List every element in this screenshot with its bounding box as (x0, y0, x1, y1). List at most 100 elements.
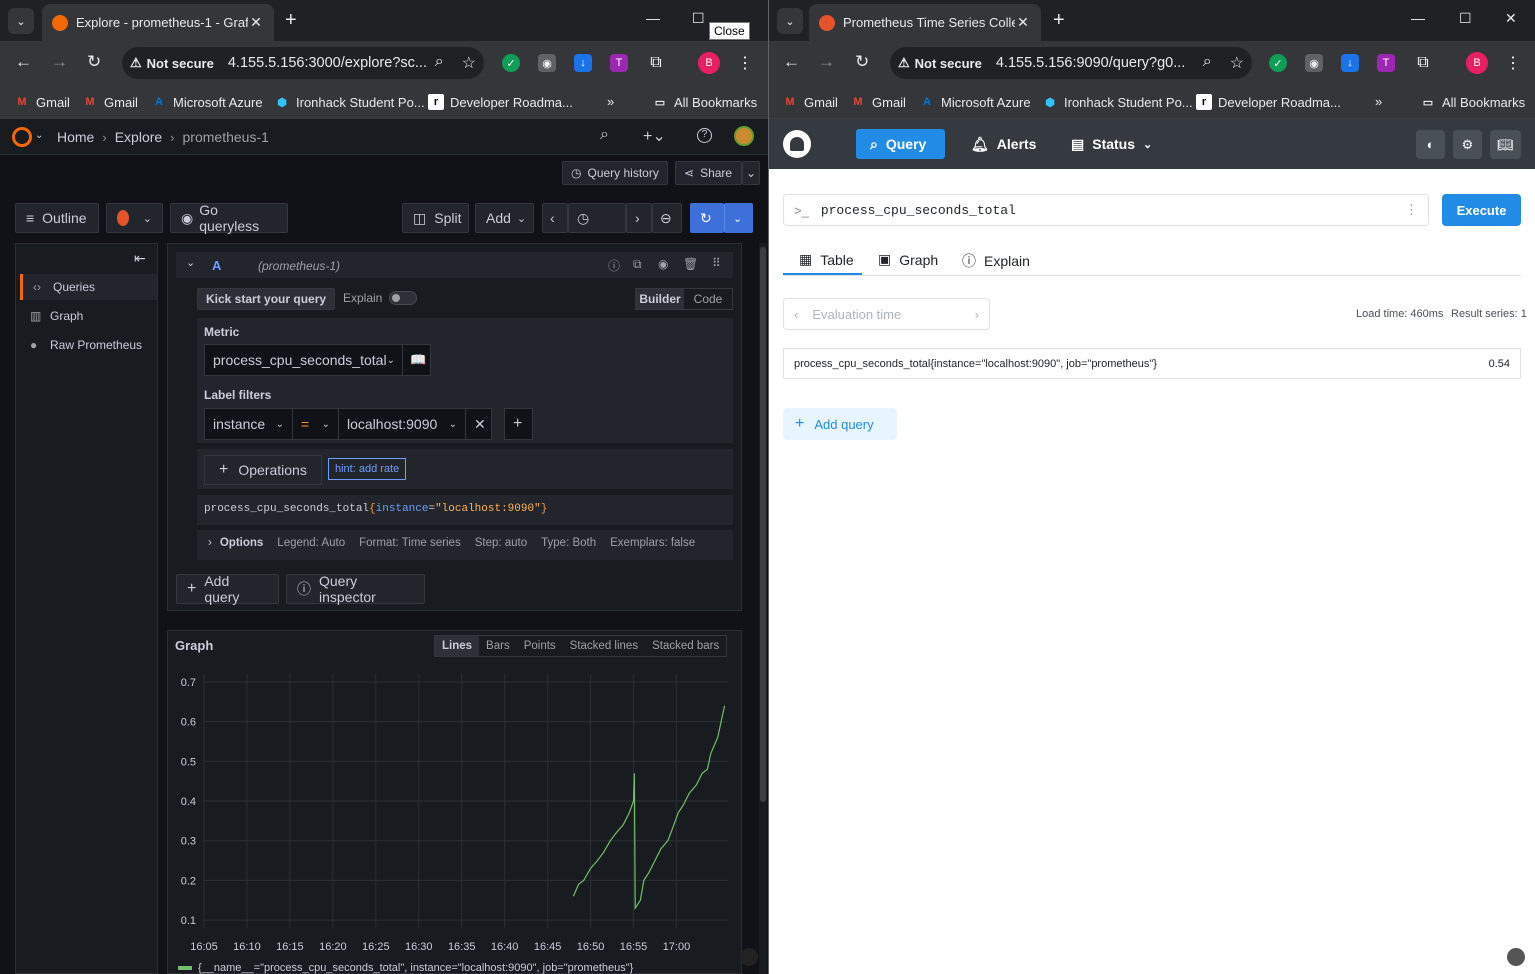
close-tab-icon[interactable]: ✕ (248, 14, 264, 31)
hint-add-rate-button[interactable]: hint: add rate (328, 458, 407, 480)
collapse-query-icon[interactable]: ⌄ (186, 256, 195, 269)
more-bookmarks-button[interactable]: » (1375, 94, 1382, 109)
bookmark-azure[interactable]: A Microsoft Azure (151, 94, 263, 110)
breadcrumb-explore[interactable]: Explore (115, 129, 162, 145)
new-plus-icon[interactable]: +⌄ (643, 126, 666, 146)
tab-graph[interactable]: ▣ Graph (878, 251, 938, 268)
bookmark-gmail-2[interactable]: M Gmail (850, 94, 906, 110)
chevron-right-icon[interactable]: › (975, 307, 979, 322)
profile-avatar[interactable]: B (698, 52, 720, 74)
forward-icon[interactable]: → (51, 53, 68, 70)
settings-gear-icon[interactable]: ⚙ (1453, 130, 1482, 159)
all-bookmarks-button[interactable]: ▭ All Bookmarks (1420, 94, 1525, 110)
floating-action-icon-left[interactable] (740, 948, 758, 966)
chevron-left-icon[interactable]: ‹ (794, 307, 798, 322)
query-letter[interactable]: A (212, 258, 221, 273)
search-icon[interactable]: ⌕ (600, 126, 609, 144)
time-series-chart[interactable]: 0.1 0.2 0.3 0.4 0.5 0.6 0.7 16:05 16:10 16:15 16:2… (168, 631, 743, 974)
theme-toggle-icon[interactable]: ◐ (1416, 130, 1445, 159)
download-icon[interactable]: ↓ (1341, 54, 1359, 72)
expression-menu-icon[interactable]: ⋮ (1405, 202, 1418, 218)
bookmark-roadmap[interactable]: r Developer Roadma... (428, 94, 573, 110)
datasource-picker[interactable]: ⌄ (106, 203, 163, 233)
maximize-button[interactable]: ☐ (1459, 10, 1472, 27)
operations-button[interactable]: + Operations (204, 455, 322, 485)
nav-alerts[interactable]: 🔔︎ Alerts (971, 129, 1036, 159)
star-icon[interactable]: ☆ (1230, 53, 1244, 73)
help-icon[interactable]: ? (697, 128, 712, 143)
share-dropdown-button[interactable]: ⌄ (742, 161, 760, 185)
scrollbar-thumb[interactable] (760, 247, 766, 802)
code-mode-tab[interactable]: Code (684, 289, 732, 309)
back-icon[interactable]: ← (15, 53, 32, 70)
maximize-button[interactable]: ☐ (692, 10, 705, 27)
minimize-button[interactable]: — (646, 10, 660, 26)
metric-select[interactable]: process_cpu_seconds_total ⌄ (204, 344, 403, 376)
sidenav-item-queries[interactable]: ‹› Queries (20, 274, 157, 300)
time-forward-button[interactable]: › (626, 203, 652, 233)
zoom-out-button[interactable]: ⊖ (652, 203, 682, 233)
close-tab-icon[interactable]: ✕ (1015, 14, 1031, 31)
filter-label-select[interactable]: instance ⌄ (204, 408, 293, 440)
share-button[interactable]: ⋖ Share (675, 161, 742, 185)
sidenav-item-raw-prometheus[interactable]: ● Raw Prometheus (20, 332, 157, 358)
nav-status[interactable]: ▤ Status ⌄ (1071, 129, 1152, 159)
add-query-button[interactable]: + Add query (783, 408, 897, 440)
add-button[interactable]: Add ⌄ (475, 203, 534, 233)
new-tab-button[interactable]: + (1053, 10, 1065, 30)
translate-extension-icon[interactable]: T (1377, 54, 1395, 72)
not-secure-badge[interactable]: ⚠ Not secure (130, 55, 222, 71)
browser-tab-grafana[interactable]: Explore - prometheus-1 - Grafana ✕ (42, 4, 274, 41)
prometheus-logo-icon[interactable] (783, 130, 811, 158)
add-filter-button[interactable]: + (504, 408, 533, 440)
nav-query[interactable]: ⌕ Query (856, 129, 945, 159)
reload-icon[interactable]: ↻ (855, 53, 869, 70)
zoom-icon[interactable]: ⌕ (435, 53, 444, 73)
url-field[interactable]: ⚠ Not secure 4.155.5.156:9090/query?g0...… (890, 47, 1252, 79)
zoom-icon[interactable]: ⌕ (1203, 53, 1212, 73)
not-secure-badge[interactable]: ⚠ Not secure (898, 55, 990, 71)
builder-mode-tab[interactable]: Builder (636, 289, 684, 309)
sidenav-item-graph[interactable]: ▥ Graph (20, 303, 157, 329)
bookmark-azure[interactable]: A Microsoft Azure (919, 94, 1031, 110)
tab-explain[interactable]: ⓘ Explain (962, 251, 1030, 271)
outline-button[interactable]: ≡ Outline (15, 203, 99, 233)
all-bookmarks-button[interactable]: ▭ All Bookmarks (652, 94, 757, 110)
tab-table[interactable]: ▦ Table (799, 251, 854, 268)
run-query-button[interactable]: ↻ (690, 203, 724, 233)
star-icon[interactable]: ☆ (462, 53, 476, 73)
download-icon[interactable]: ↓ (574, 54, 592, 72)
new-tab-button[interactable]: + (285, 10, 297, 30)
metrics-explorer-button[interactable]: 📖 (402, 344, 431, 376)
query-inspector-button[interactable]: ⓘ Query inspector (286, 573, 425, 605)
split-button[interactable]: ◫ Split (402, 203, 469, 233)
refresh-interval-dropdown[interactable]: ⌄ (724, 203, 753, 233)
explain-toggle[interactable] (389, 291, 417, 305)
reload-icon[interactable]: ↻ (87, 53, 101, 70)
user-avatar[interactable] (734, 126, 754, 146)
back-icon[interactable]: ← (783, 53, 800, 70)
extensions-puzzle-icon[interactable]: ⧉ (1414, 54, 1432, 72)
graph-legend[interactable]: {__name__="process_cpu_seconds_total", i… (178, 962, 633, 974)
expression-input[interactable]: >_ process_cpu_seconds_total ⋮ (783, 194, 1429, 226)
bookmark-ironhack[interactable]: ⬢ Ironhack Student Po... (274, 94, 424, 110)
tab-search-button[interactable]: ⌄ (777, 8, 803, 34)
remove-filter-button[interactable]: ✕ (465, 408, 492, 440)
hide-query-eye-icon[interactable]: ◉ (658, 257, 668, 271)
delete-query-trash-icon[interactable]: 🗑 (683, 257, 698, 271)
add-query-button[interactable]: + Add query (176, 573, 279, 605)
url-field[interactable]: ⚠ Not secure 4.155.5.156:3000/explore?sc.… (122, 47, 484, 79)
browser-tab-prometheus[interactable]: Prometheus Time Series Collection ✕ (809, 4, 1041, 41)
bookmark-gmail-2[interactable]: M Gmail (82, 94, 138, 110)
shield-extension-icon[interactable]: ✓ (1269, 54, 1287, 72)
kebab-menu-icon[interactable]: ⋮ (1504, 54, 1522, 72)
camera-extension-icon[interactable]: ◉ (538, 54, 556, 72)
time-back-button[interactable]: ‹ (542, 203, 568, 233)
query-help-icon[interactable]: ⓘ (608, 257, 620, 274)
filter-value-select[interactable]: localhost:9090 ⌄ (338, 408, 466, 440)
query-history-button[interactable]: ◷ Query history (562, 161, 668, 185)
more-bookmarks-button[interactable]: » (607, 94, 614, 109)
minimize-button[interactable]: — (1411, 10, 1425, 26)
collapse-outline-icon[interactable]: ⇤ (134, 250, 146, 267)
bookmark-roadmap[interactable]: r Developer Roadma... (1196, 94, 1341, 110)
